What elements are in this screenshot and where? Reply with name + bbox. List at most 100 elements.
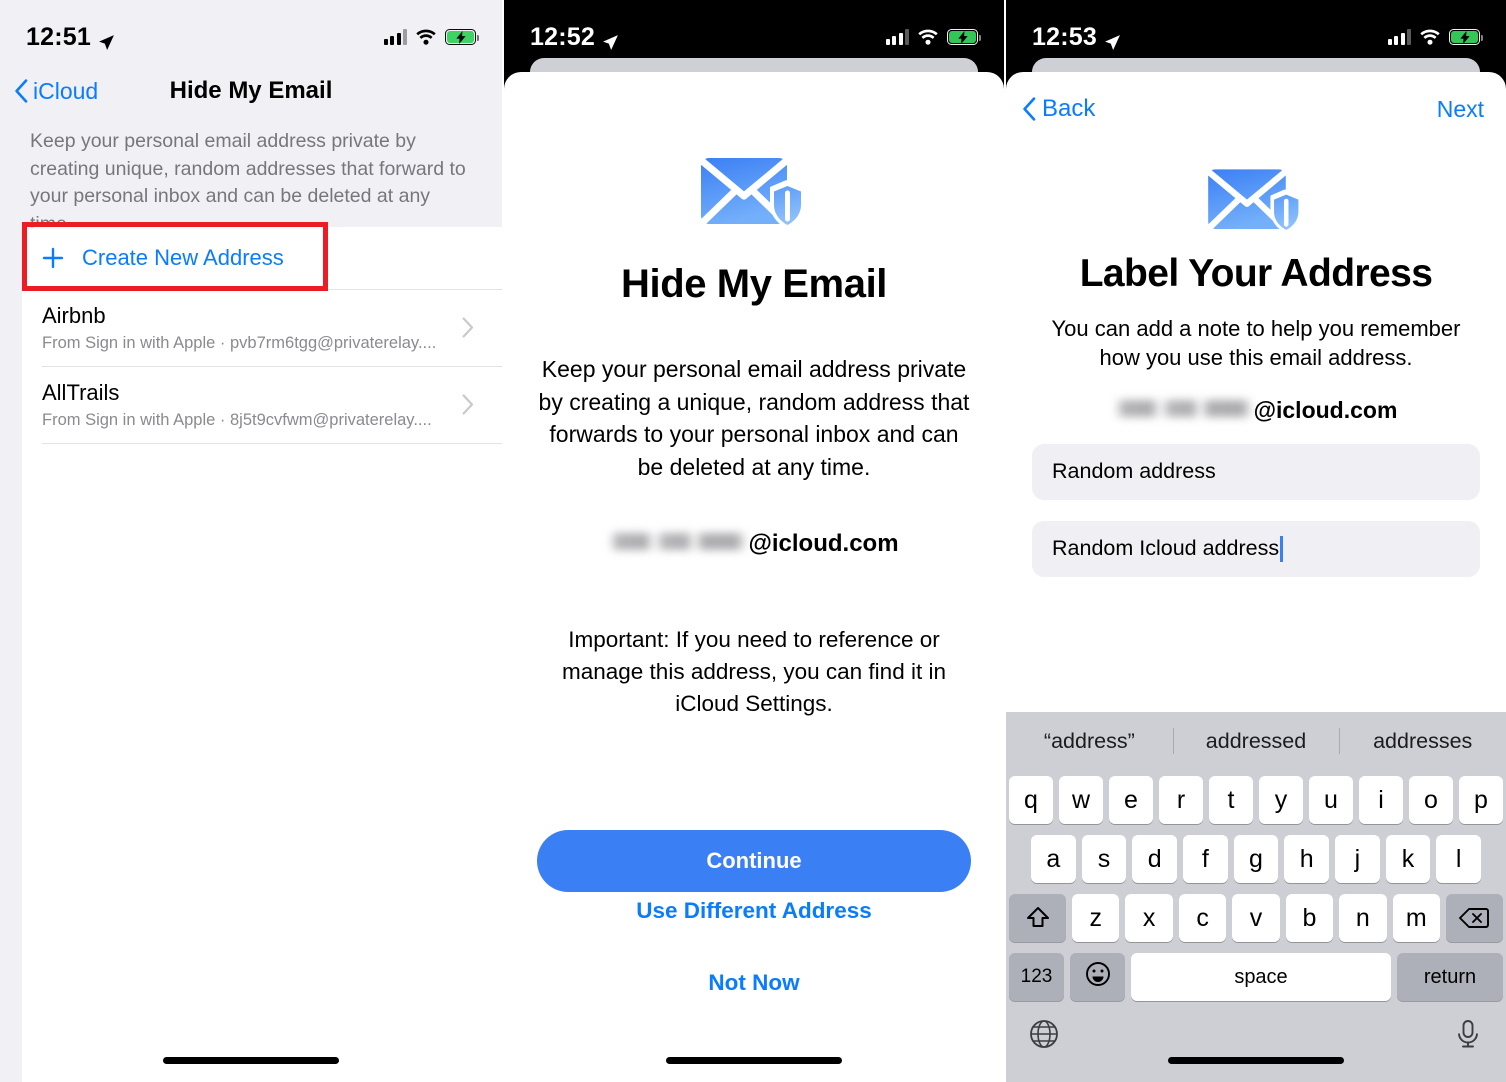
key-k[interactable]: k [1385, 835, 1431, 883]
key-f[interactable]: f [1183, 835, 1228, 883]
key-i[interactable]: i [1359, 776, 1403, 824]
status-bar-indicators [885, 29, 981, 45]
key-v[interactable]: v [1232, 894, 1280, 942]
sheet-description: You can add a note to help you remember … [1051, 316, 1461, 371]
envelope-shield-icon [699, 152, 807, 234]
home-indicator [163, 1057, 339, 1064]
key-g[interactable]: g [1233, 835, 1279, 883]
backspace-delete-icon [1459, 907, 1490, 929]
suggestion-item[interactable]: addresses [1339, 729, 1506, 754]
keyboard-row-3: z x c v b n m [1009, 894, 1503, 942]
list-item[interactable]: Airbnb From Sign in with Apple · pvb7rm6… [22, 290, 502, 366]
key-z[interactable]: z [1072, 894, 1120, 942]
key-c[interactable]: c [1178, 894, 1227, 942]
blurred-email-username [609, 532, 748, 550]
suggestion-item[interactable]: addressed [1173, 729, 1340, 754]
envelope-shield-icon [1206, 164, 1304, 238]
note-input[interactable]: Random Icloud address [1032, 520, 1480, 577]
create-new-address-button[interactable]: Create New Address [22, 227, 502, 289]
list-item-text: AllTrails From Sign in with Apple · 8j5t… [42, 380, 462, 430]
cellular-bars-icon [1387, 29, 1411, 45]
key-s[interactable]: s [1081, 835, 1127, 883]
key-p[interactable]: p [1459, 776, 1503, 824]
numeric-key[interactable]: 123 [1009, 953, 1064, 1001]
back-button[interactable]: Back [1022, 95, 1095, 123]
key-h[interactable]: h [1284, 835, 1330, 883]
suggestion-item[interactable]: “address” [1006, 729, 1173, 754]
key-e[interactable]: e [1109, 776, 1153, 824]
microphone-dictation-icon[interactable] [1452, 1018, 1484, 1050]
generated-email-address: @icloud.com [536, 530, 972, 558]
status-bar-indicators [383, 29, 479, 45]
keyboard-bottom-row [1006, 1012, 1506, 1082]
status-bar: 12:52 [504, 0, 1004, 62]
home-indicator [1168, 1057, 1344, 1064]
list-item-title: Airbnb [42, 302, 106, 328]
key-b[interactable]: b [1285, 894, 1334, 942]
key-j[interactable]: j [1335, 835, 1380, 883]
status-bar-time: 12:51 [26, 22, 91, 51]
key-r[interactable]: r [1159, 776, 1203, 824]
text-cursor [1280, 535, 1283, 562]
space-key[interactable]: space [1131, 953, 1391, 1001]
globe-language-icon[interactable] [1028, 1018, 1060, 1050]
shift-key[interactable] [1009, 894, 1067, 942]
email-domain: @icloud.com [748, 529, 899, 557]
not-now-link[interactable]: Not Now [504, 970, 1004, 996]
modal-sheet: Back Next Label Your Address You can add… [1006, 72, 1506, 1082]
keyboard-suggestion-bar: “address” addressed addresses [1006, 712, 1506, 770]
key-o[interactable]: o [1409, 776, 1453, 824]
battery-charging-icon [1449, 29, 1483, 45]
status-bar-time-group: 12:52 [530, 23, 619, 52]
key-n[interactable]: n [1339, 894, 1387, 942]
battery-charging-icon [947, 29, 981, 45]
keyboard-key-rows: q w e r t y u i o p a s d f g h j k l z … [1006, 770, 1506, 1001]
list-item-subtitle: From Sign in with Apple · pvb7rm6tgg@pri… [42, 333, 437, 352]
blurred-email-username [1114, 399, 1253, 417]
battery-charging-icon [445, 29, 479, 45]
shift-up-arrow-icon [1025, 905, 1051, 931]
wifi-icon [917, 29, 939, 45]
key-l[interactable]: l [1436, 835, 1482, 883]
label-input[interactable]: Random address [1032, 443, 1480, 500]
key-w[interactable]: w [1059, 776, 1103, 824]
key-u[interactable]: u [1309, 776, 1353, 824]
email-domain: @icloud.com [1253, 396, 1398, 423]
chevron-right-icon [462, 317, 474, 338]
use-different-address-link[interactable]: Use Different Address [504, 898, 1004, 924]
important-note: Important: If you need to reference or m… [562, 626, 946, 716]
cellular-bars-icon [885, 29, 909, 45]
return-key[interactable]: return [1397, 953, 1503, 1001]
back-button-label: iCloud [33, 77, 99, 104]
key-t[interactable]: t [1209, 776, 1253, 824]
next-button[interactable]: Next [1437, 96, 1484, 123]
phone-panel-hide-my-email-list: 12:51 iCloud Hide My Email Keep your per… [0, 0, 502, 1082]
key-m[interactable]: m [1392, 894, 1440, 942]
sheet-title: Label Your Address [1079, 252, 1433, 295]
location-arrow-icon [602, 29, 619, 50]
settings-card: Create New Address Airbnb From Sign in w… [22, 227, 502, 1082]
phone-panel-hide-my-email-intro: 12:52 Hide My Email Keep your personal e… [502, 0, 1004, 1082]
three-panel-screenshot: 12:51 iCloud Hide My Email Keep your per… [0, 0, 1506, 1082]
list-item[interactable]: AllTrails From Sign in with Apple · 8j5t… [22, 367, 502, 443]
back-button-icloud[interactable]: iCloud [14, 78, 98, 105]
keyboard-row-4: 123 space return [1009, 953, 1503, 1001]
key-a[interactable]: a [1030, 835, 1076, 883]
key-x[interactable]: x [1125, 894, 1173, 942]
wifi-icon [1419, 29, 1441, 45]
location-arrow-icon [1104, 29, 1121, 50]
phone-panel-label-your-address: 12:53 Back Next Label Your Address You c… [1004, 0, 1506, 1082]
on-screen-keyboard: “address” addressed addresses q w e r t … [1006, 712, 1506, 1082]
key-y[interactable]: y [1259, 776, 1303, 824]
key-d[interactable]: d [1132, 835, 1177, 883]
navigation-bar: Back Next [1006, 72, 1506, 146]
key-q[interactable]: q [1009, 776, 1053, 824]
status-bar-time: 12:52 [530, 22, 595, 51]
backspace-key[interactable] [1445, 894, 1503, 942]
sheet-description: Keep your personal email address private… [538, 356, 970, 480]
location-arrow-icon [98, 29, 115, 50]
divider [42, 443, 502, 444]
note-input-value: Random Icloud address [1052, 536, 1280, 561]
emoji-key[interactable] [1070, 953, 1125, 1001]
continue-button[interactable]: Continue [537, 830, 971, 892]
